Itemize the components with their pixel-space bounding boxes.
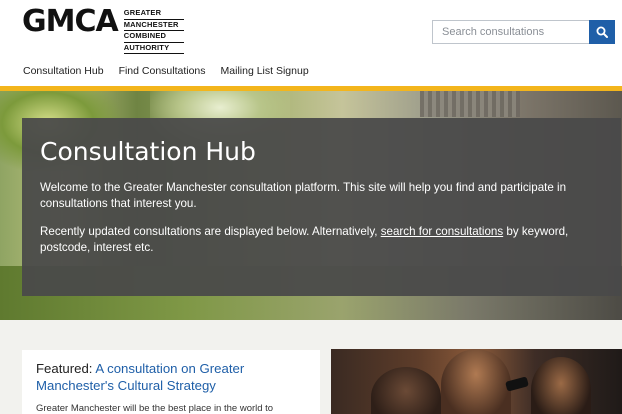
search-for-consultations-link[interactable]: search for consultations	[381, 225, 503, 238]
search-button[interactable]	[589, 20, 615, 44]
logo-text: GREATER MANCHESTER COMBINED AUTHORITY	[123, 8, 184, 55]
hero-search-text: Recently updated consultations are displ…	[40, 224, 610, 256]
featured-title: Featured: A consultation on Greater Manc…	[36, 360, 306, 394]
featured-prefix: Featured:	[36, 361, 96, 376]
image-person	[441, 349, 511, 414]
logo-line-3: COMBINED	[123, 31, 184, 43]
logo-mark: GMCA	[22, 4, 119, 39]
hero-intro: Welcome to the Greater Manchester consul…	[40, 181, 567, 210]
logo-line-2: MANCHESTER	[123, 20, 184, 31]
nav-find-consultations[interactable]: Find Consultations	[119, 65, 206, 77]
nav-consultation-hub[interactable]: Consultation Hub	[23, 65, 104, 77]
image-person	[371, 367, 441, 414]
search-form	[432, 20, 615, 44]
featured-section: Featured: A consultation on Greater Manc…	[0, 320, 622, 414]
hero-banner: Consultation Hub Welcome to the Greater …	[0, 86, 622, 320]
gmca-logo[interactable]: GMCA GREATER MANCHESTER COMBINED AUTHORI…	[22, 6, 184, 55]
page-title: Consultation Hub	[40, 137, 256, 166]
image-person	[531, 357, 591, 414]
hero-panel: Consultation Hub Welcome to the Greater …	[22, 118, 621, 296]
nav-mailing-list-signup[interactable]: Mailing List Signup	[221, 65, 309, 77]
search-icon	[596, 26, 608, 38]
featured-description: Greater Manchester will be the best plac…	[36, 403, 274, 414]
featured-card: Featured: A consultation on Greater Manc…	[22, 350, 320, 414]
logo-line-4: AUTHORITY	[123, 43, 184, 54]
hero-background-building	[420, 91, 520, 117]
hero-text-before-link: Recently updated consultations are displ…	[40, 225, 381, 238]
search-input[interactable]	[432, 20, 589, 44]
featured-image[interactable]	[331, 349, 622, 414]
main-nav: Consultation Hub Find Consultations Mail…	[23, 65, 324, 77]
logo-line-1: GREATER	[123, 8, 184, 20]
